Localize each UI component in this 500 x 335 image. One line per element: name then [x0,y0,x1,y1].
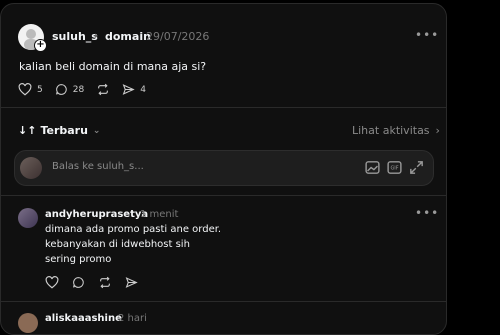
comment-text-line: sering promo [45,254,112,265]
follow-plus-icon[interactable]: + [34,39,47,52]
post-actions: 5 28 4 [18,83,158,96]
post-date: 29/07/2026 [146,30,210,43]
like-button[interactable] [45,276,59,289]
send-icon [122,84,135,95]
more-horizontal-icon[interactable]: ••• [415,28,439,42]
like-button[interactable]: 5 [18,83,43,96]
gif-icon[interactable]: GIF [386,159,403,176]
expand-icon[interactable] [408,159,425,176]
topic-tag[interactable]: domain [105,30,151,43]
comment-time: 1 menit [140,209,179,220]
repost-icon [98,83,109,96]
heart-icon [18,83,32,96]
chevron-down-icon: ⌄ [92,125,101,136]
like-count: 5 [37,84,43,95]
repost-icon [100,276,110,289]
sort-label: Terbaru [40,124,88,137]
comment-username[interactable]: andyheruprasetya [45,209,148,220]
more-horizontal-icon[interactable]: ••• [415,206,439,220]
reply-box[interactable]: Balas ke suluh_s... GIF [14,150,434,186]
svg-text:GIF: GIF [390,166,398,172]
comment-count: 28 [72,84,85,95]
chevron-right-icon: › [94,29,99,42]
comment-icon [73,277,84,288]
heart-icon [45,276,59,289]
comment-button[interactable]: 28 [55,83,84,96]
divider [1,301,446,302]
sort-icon: ↓↑ [18,124,37,137]
share-count: 4 [140,84,146,95]
image-icon[interactable] [364,159,381,176]
comment-text-line: kebanyakan di idwebhost sih [45,239,190,250]
comment-avatar[interactable] [18,313,38,333]
post-text: kalian beli domain di mana aja si? [19,60,207,73]
share-button[interactable] [125,276,138,289]
divider [1,107,446,108]
divider [1,195,446,196]
author-username[interactable]: suluh_s [52,30,98,43]
view-activity-link[interactable]: Lihat aktivitas › [352,124,440,137]
chevron-right-icon: › [435,124,440,137]
user-avatar [20,157,42,179]
comment-icon [55,84,67,95]
comment-text-line: dimana ada promo pasti ane order. [45,224,222,235]
sort-dropdown[interactable]: ↓↑ Terbaru ⌄ [18,124,100,137]
share-button[interactable]: 4 [122,83,146,96]
comment-avatar[interactable] [18,208,38,228]
repost-button[interactable] [98,276,112,289]
comment-actions [45,276,151,289]
repost-button[interactable] [96,83,110,96]
comment-button[interactable] [72,276,85,289]
activity-label: Lihat aktivitas [352,124,430,137]
send-icon [125,277,138,288]
thread-panel: + suluh_s › domain 29/07/2026 ••• kalian… [0,3,447,335]
reply-input[interactable]: Balas ke suluh_s... [52,161,144,172]
